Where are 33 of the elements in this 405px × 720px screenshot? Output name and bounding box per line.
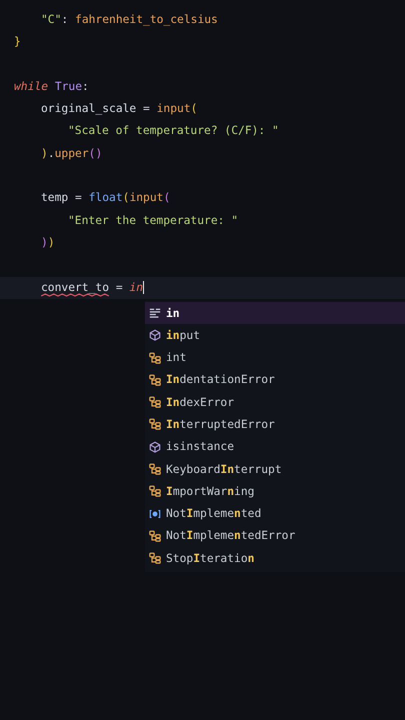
suggestion-item[interactable]: in: [145, 302, 405, 324]
class-icon: [149, 463, 161, 476]
code-line: "C": fahrenheit_to_celsius: [40, 12, 219, 28]
code-line: "Enter the temperature: ": [67, 212, 240, 229]
suggestion-item[interactable]: isinstance: [145, 436, 405, 458]
cube-icon: [149, 329, 161, 342]
class-icon: [149, 530, 161, 542]
class-icon: [149, 552, 161, 564]
code-line: original_scale = input(: [40, 101, 198, 118]
suggestion-item[interactable]: IndentationError: [145, 368, 405, 392]
constant-icon: [149, 508, 161, 520]
class-icon: [149, 418, 161, 430]
keyword-icon: [149, 307, 161, 319]
code-line: "Scale of temperature? (C/F): ": [67, 123, 280, 140]
code-line: temp = float(input(: [40, 190, 172, 206]
code-line: while True:: [13, 78, 90, 95]
code-line: }: [13, 34, 22, 50]
suggestion-item[interactable]: int: [145, 346, 405, 369]
class-icon: [149, 374, 161, 386]
code-line: )): [40, 234, 56, 251]
suggestion-item[interactable]: KeyboardInterrupt: [145, 458, 405, 480]
suggestion-item[interactable]: InterruptedError: [145, 413, 405, 436]
class-icon: [149, 352, 161, 364]
cube-icon: [149, 440, 161, 453]
suggestion-item[interactable]: NotImplementedError: [145, 524, 405, 548]
suggestion-item[interactable]: ImportWarning: [145, 480, 405, 503]
suggestion-item[interactable]: StopIteration: [145, 547, 405, 570]
class-icon: [149, 485, 161, 498]
suggestion-item[interactable]: input: [145, 324, 405, 346]
class-icon: [149, 396, 161, 408]
suggestion-item[interactable]: NotImplemented: [145, 502, 405, 525]
code-line: ).upper(): [40, 146, 104, 162]
suggestion-item[interactable]: IndexError: [145, 391, 405, 414]
